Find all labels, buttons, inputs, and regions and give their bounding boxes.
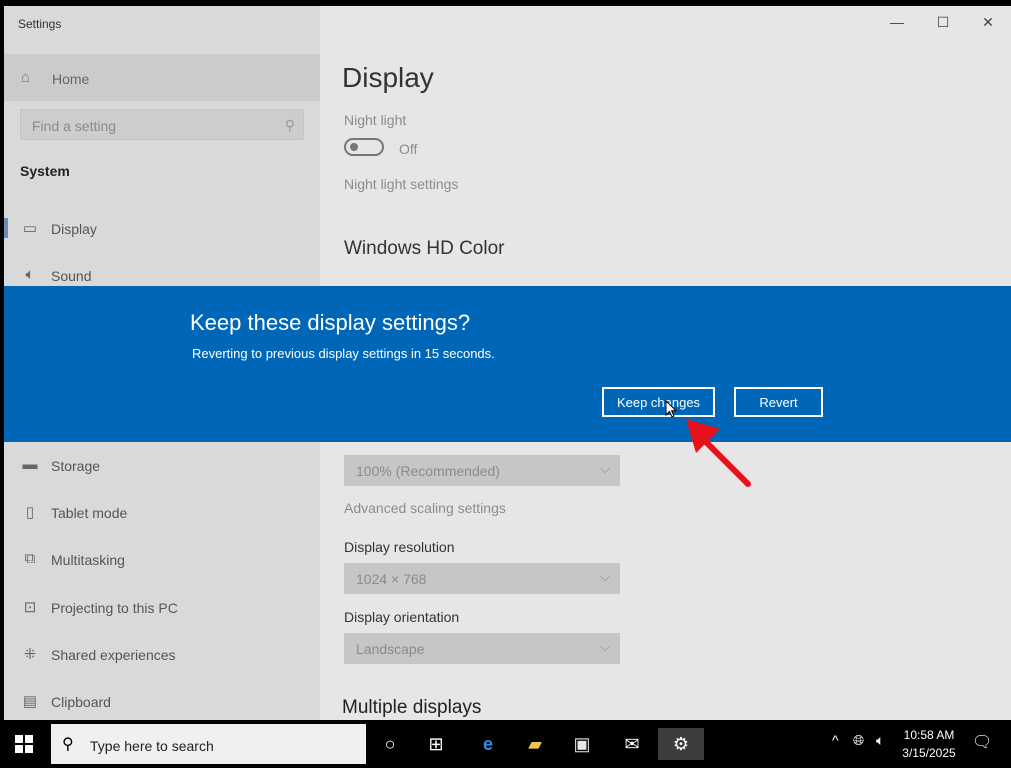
resolution-dropdown[interactable]: 1024 × 768 ⌵	[344, 563, 620, 594]
storage-icon: ▬	[22, 456, 38, 473]
home-icon: ⌂	[21, 69, 31, 86]
resolution-label: Display resolution	[344, 539, 455, 555]
page-title: Display	[342, 62, 434, 93]
orientation-dropdown[interactable]: Landscape ⌵	[344, 633, 620, 664]
sidebar-item-label: Tablet mode	[51, 505, 128, 521]
active-indicator	[4, 218, 8, 238]
mouse-cursor-with-arrow-icon	[665, 399, 751, 487]
speaker-icon: 🔈︎	[25, 266, 35, 283]
sidebar-item-multitasking[interactable]: ⧉ Multitasking	[4, 539, 320, 579]
sidebar-item-display[interactable]: ▭ Display	[4, 208, 320, 248]
taskbar-search-box[interactable]: ⚲ Type here to search	[51, 724, 366, 764]
edge-icon[interactable]: e	[465, 728, 511, 760]
clock-time: 10:58 AM	[903, 728, 955, 742]
file-explorer-icon[interactable]: ▰	[512, 728, 558, 760]
chevron-down-icon: ⌵	[600, 639, 610, 654]
sidebar-item-storage[interactable]: ▬ Storage	[4, 445, 320, 485]
toggle-knob	[350, 143, 358, 151]
monitor-icon: ▭	[22, 220, 38, 237]
scale-value: 100% (Recommended)	[356, 463, 500, 479]
tablet-icon: ▯	[25, 504, 35, 521]
chevron-up-icon[interactable]: ^	[832, 732, 839, 748]
keep-settings-dialog: Keep these display settings? Reverting t…	[4, 286, 1011, 442]
night-light-settings-link[interactable]: Night light settings	[344, 176, 458, 192]
orientation-label: Display orientation	[344, 609, 460, 625]
window-title: Settings	[18, 17, 62, 31]
taskbar-search-placeholder: Type here to search	[90, 738, 214, 754]
night-light-toggle[interactable]	[344, 138, 384, 156]
chevron-down-icon: ⌵	[600, 461, 610, 476]
sidebar-item-projecting[interactable]: ⊡ Projecting to this PC	[4, 587, 320, 627]
sidebar-item-clipboard[interactable]: ▤ Clipboard	[4, 681, 320, 720]
task-view-icon[interactable]: ⊞	[413, 728, 459, 760]
clipboard-icon: ▤	[22, 693, 38, 710]
sidebar-item-label: Storage	[51, 458, 101, 474]
settings-gear-icon[interactable]: ⚙	[658, 728, 704, 760]
night-light-label: Night light	[344, 112, 407, 128]
mail-icon[interactable]: ✉	[609, 728, 655, 760]
multitasking-icon: ⧉	[24, 550, 36, 567]
projecting-icon: ⊡	[23, 599, 37, 616]
advanced-scaling-link[interactable]: Advanced scaling settings	[344, 500, 506, 516]
cortana-icon[interactable]: ○	[367, 728, 413, 760]
sidebar-item-label: Display	[51, 221, 97, 237]
sidebar-item-label: Multitasking	[51, 552, 125, 568]
close-button[interactable]: ✕	[973, 14, 1003, 31]
dialog-title: Keep these display settings?	[190, 310, 471, 335]
hd-color-heading: Windows HD Color	[344, 238, 505, 259]
multiple-displays-heading: Multiple displays	[342, 697, 482, 718]
minimize-button[interactable]: —	[882, 14, 912, 30]
maximize-button[interactable]: ☐	[928, 14, 958, 31]
sidebar-item-label: Sound	[51, 268, 92, 284]
store-icon[interactable]: ▣	[559, 728, 605, 760]
taskbar: ⚲ Type here to search ○ ⊞ e ▰ ▣ ✉ ⚙ ^ 🌐︎…	[0, 720, 1011, 768]
windows-start-icon[interactable]	[15, 735, 33, 753]
dialog-message: Reverting to previous display settings i…	[192, 346, 495, 361]
scale-dropdown[interactable]: 100% (Recommended) ⌵	[344, 455, 620, 486]
sidebar-item-tablet-mode[interactable]: ▯ Tablet mode	[4, 492, 320, 532]
notifications-icon[interactable]: 🗨︎	[972, 732, 992, 752]
section-title: System	[20, 163, 70, 179]
search-icon: ⚲	[62, 736, 74, 753]
sidebar-item-shared-experiences[interactable]: ⁜ Shared experiences	[4, 634, 320, 674]
night-light-state: Off	[399, 141, 418, 157]
clock[interactable]: 10:58 AM 3/15/2025	[899, 726, 959, 762]
orientation-value: Landscape	[356, 641, 425, 657]
search-icon: ⚲	[284, 117, 295, 133]
sidebar-item-label: Projecting to this PC	[51, 600, 178, 616]
home-label: Home	[52, 71, 90, 87]
sidebar-home[interactable]: ⌂ Home	[4, 54, 320, 101]
sidebar-item-label: Clipboard	[51, 694, 111, 710]
clock-date: 3/15/2025	[902, 746, 956, 760]
sidebar-item-label: Shared experiences	[51, 647, 176, 663]
shared-experiences-icon: ⁜	[23, 646, 37, 663]
search-placeholder: Find a setting	[32, 118, 117, 134]
find-setting-input[interactable]: Find a setting ⚲	[20, 109, 304, 140]
volume-icon[interactable]: 🔈︎	[876, 732, 884, 749]
network-globe-icon[interactable]: 🌐︎	[853, 732, 864, 749]
resolution-value: 1024 × 768	[356, 571, 427, 587]
chevron-down-icon: ⌵	[600, 569, 610, 584]
